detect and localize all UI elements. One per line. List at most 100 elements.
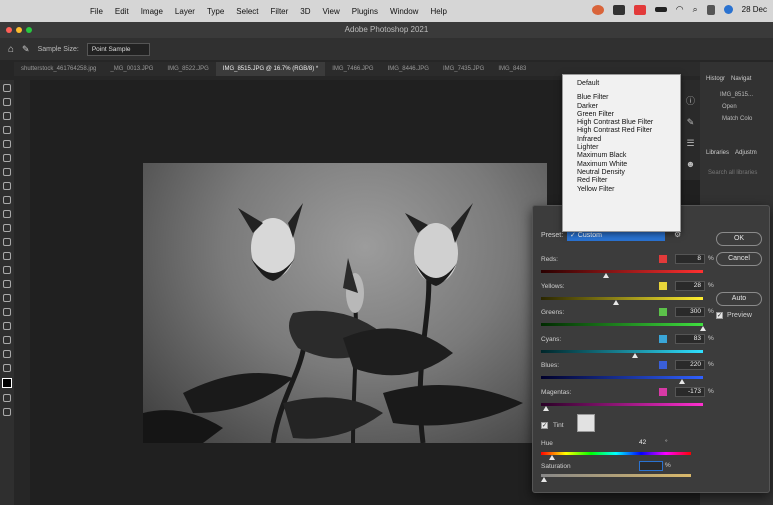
- tab-document[interactable]: IMG_7435.JPG: [436, 62, 491, 76]
- hand-tool-icon[interactable]: [3, 336, 11, 344]
- slider-value-input[interactable]: -173: [675, 386, 705, 397]
- menu-help[interactable]: Help: [430, 7, 446, 16]
- move-tool-icon[interactable]: [3, 84, 11, 92]
- history-brush-icon[interactable]: [3, 210, 11, 218]
- menu-file[interactable]: File: [90, 7, 103, 16]
- foreground-color-swatch[interactable]: [2, 378, 12, 388]
- cancel-button[interactable]: Cancel: [716, 252, 762, 266]
- menu-item-preset[interactable]: High Contrast Red Filter: [563, 127, 680, 135]
- minimize-icon[interactable]: [16, 27, 22, 33]
- tab-document[interactable]: IMG_8483: [491, 62, 533, 76]
- slider-value-input[interactable]: 220: [675, 360, 705, 370]
- preview-checkbox[interactable]: ✓: [716, 312, 723, 319]
- slider-track[interactable]: [541, 402, 703, 406]
- history-item[interactable]: IMG_8515...: [700, 82, 773, 98]
- slider-track[interactable]: [541, 349, 703, 353]
- dodge-tool-icon[interactable]: [3, 266, 11, 274]
- slider-value-input[interactable]: 300: [675, 307, 705, 317]
- info-icon[interactable]: ⓘ: [681, 94, 700, 107]
- tab-navigator[interactable]: Navigat: [731, 76, 751, 82]
- menu-item-preset[interactable]: Green Filter: [563, 111, 680, 119]
- tab-adjustments[interactable]: Adjustm: [735, 150, 757, 156]
- brush-settings-icon[interactable]: ✎: [681, 117, 700, 128]
- wifi-icon[interactable]: ◠: [676, 4, 684, 15]
- home-icon[interactable]: ⌂: [8, 44, 14, 55]
- quick-mask-icon[interactable]: [3, 394, 11, 402]
- tab-libraries[interactable]: Libraries: [706, 150, 729, 156]
- menu-item-preset[interactable]: Yellow Filter: [563, 186, 680, 194]
- slider-thumb[interactable]: [700, 326, 706, 331]
- zoom-icon[interactable]: [26, 27, 32, 33]
- saturation-track[interactable]: [541, 474, 691, 477]
- hue-value[interactable]: 42: [639, 439, 646, 446]
- healing-brush-icon[interactable]: [3, 168, 11, 176]
- brush-tool-icon[interactable]: [3, 182, 11, 190]
- adjustments-icon[interactable]: ☰: [681, 138, 700, 149]
- search-icon[interactable]: ⌕: [693, 4, 698, 15]
- type-tool-icon[interactable]: [3, 294, 11, 302]
- slider-thumb[interactable]: [542, 405, 549, 411]
- pen-tool-icon[interactable]: [3, 280, 11, 288]
- battery-icon[interactable]: [654, 7, 667, 12]
- tab-document[interactable]: IMG_7466.JPG: [325, 62, 380, 76]
- tint-checkbox[interactable]: ✓: [541, 422, 548, 429]
- menu-item-preset[interactable]: Blue Filter: [563, 94, 680, 102]
- slider-thumb[interactable]: [631, 352, 638, 358]
- tab-document-active[interactable]: IMG_8515.JPG @ 16.7% (RGB/8) *: [215, 62, 326, 76]
- shape-tool-icon[interactable]: [3, 322, 11, 330]
- menu-item-preset[interactable]: Maximum Black: [563, 152, 680, 160]
- more-tools-icon[interactable]: [3, 364, 11, 372]
- menu-item-preset[interactable]: Maximum White: [563, 161, 680, 169]
- hue-slider-thumb[interactable]: [549, 455, 555, 460]
- menu-type[interactable]: Type: [207, 7, 224, 16]
- zoom-tool-icon[interactable]: [3, 350, 11, 358]
- tab-histogram[interactable]: Histogr: [706, 76, 725, 82]
- menu-item-preset[interactable]: Neutral Density: [563, 169, 680, 177]
- menu-3d[interactable]: 3D: [300, 7, 310, 16]
- close-icon[interactable]: [6, 27, 12, 33]
- auto-button[interactable]: Auto: [716, 292, 762, 306]
- history-item[interactable]: Match Colo: [700, 110, 773, 122]
- menu-item-preset[interactable]: High Contrast Blue Filter: [563, 119, 680, 127]
- tab-document[interactable]: IMG_8446.JPG: [381, 62, 436, 76]
- slider-thumb[interactable]: [612, 299, 619, 305]
- blur-tool-icon[interactable]: [3, 252, 11, 260]
- gradient-tool-icon[interactable]: [3, 238, 11, 246]
- menu-image[interactable]: Image: [141, 7, 163, 16]
- menu-item-preset[interactable]: Lighter: [563, 144, 680, 152]
- marquee-tool-icon[interactable]: [3, 98, 11, 106]
- menu-item-preset[interactable]: Infrared: [563, 136, 680, 144]
- ok-button[interactable]: OK: [716, 232, 762, 246]
- tab-document[interactable]: shutterstock_461764258.jpg: [14, 62, 103, 76]
- siri-icon[interactable]: [723, 5, 733, 14]
- tint-color-swatch[interactable]: [577, 414, 595, 432]
- screen-mode-icon[interactable]: [3, 408, 11, 416]
- control-center-icon[interactable]: [706, 4, 715, 15]
- sample-size-select[interactable]: Point Sample: [86, 42, 150, 56]
- slider-value-input[interactable]: 83: [675, 333, 705, 344]
- app-status-icon[interactable]: [591, 4, 604, 15]
- library-search-input[interactable]: Search all libraries: [700, 156, 773, 176]
- clone-stamp-icon[interactable]: [3, 196, 11, 204]
- tab-document[interactable]: _MG_0013.JPG: [103, 62, 160, 76]
- menu-select[interactable]: Select: [236, 7, 258, 16]
- slider-track[interactable]: [541, 296, 703, 300]
- history-item[interactable]: Open: [700, 98, 773, 110]
- slider-track[interactable]: [541, 270, 703, 273]
- hue-track[interactable]: [541, 452, 691, 455]
- menu-item-preset[interactable]: Red Filter: [563, 177, 680, 185]
- menu-window[interactable]: Window: [390, 7, 418, 16]
- eyedropper-icon[interactable]: [3, 154, 11, 162]
- menu-edit[interactable]: Edit: [115, 7, 129, 16]
- eraser-tool-icon[interactable]: [3, 224, 11, 232]
- menu-view[interactable]: View: [323, 7, 340, 16]
- cat-icon[interactable]: [612, 4, 625, 15]
- menu-plugins[interactable]: Plugins: [352, 7, 378, 16]
- eyedropper-tool-icon[interactable]: ✎: [22, 44, 30, 55]
- people-icon[interactable]: ☻: [681, 159, 700, 169]
- menu-item-default[interactable]: Default: [563, 80, 680, 88]
- crop-tool-icon[interactable]: [3, 140, 11, 148]
- slider-value-input[interactable]: 28: [675, 280, 705, 291]
- menu-filter[interactable]: Filter: [271, 7, 289, 16]
- menu-layer[interactable]: Layer: [175, 7, 195, 16]
